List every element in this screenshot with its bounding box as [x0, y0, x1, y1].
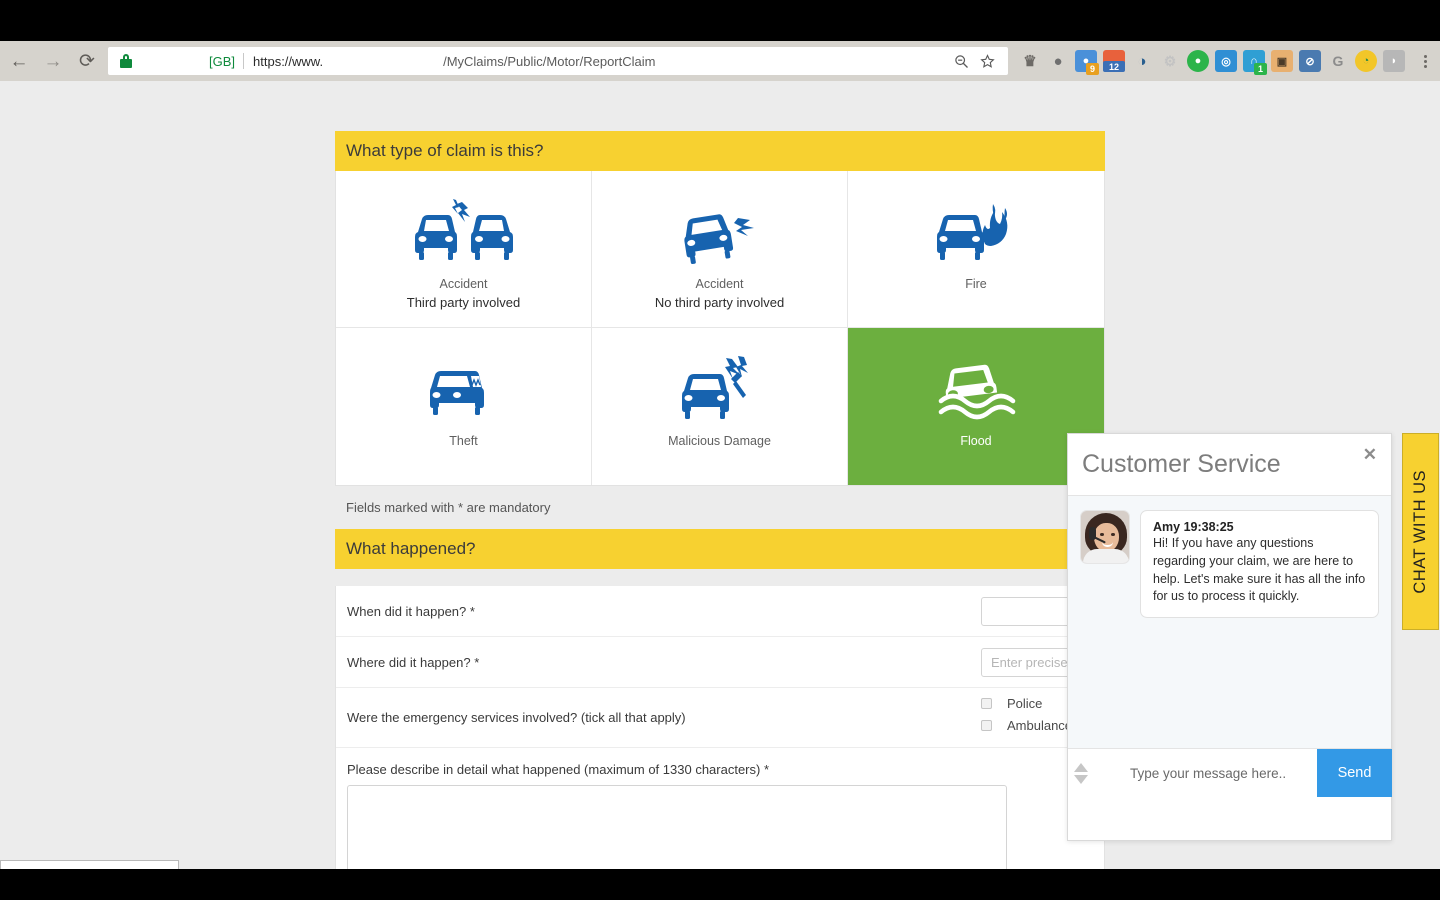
claim-tile-accident-no-third-party[interactable]: Accident No third party involved: [592, 171, 848, 328]
car-flood-water-icon: [931, 352, 1021, 430]
back-arrow-icon[interactable]: ←: [4, 46, 34, 76]
messages-extension-icon[interactable]: ● 9: [1075, 50, 1099, 75]
chat-header: Customer Service ✕: [1068, 434, 1391, 496]
forward-arrow-icon[interactable]: →: [38, 46, 68, 76]
two-cars-collision-icon: [410, 195, 518, 273]
claim-type-heading: What type of claim is this?: [335, 131, 1105, 171]
address-bar[interactable]: [GB] https://www. /MyClaims/Public/Motor…: [108, 47, 1008, 75]
claim-tile-theft[interactable]: Theft: [336, 328, 592, 485]
where-did-it-happen-label: Where did it happen? *: [347, 654, 480, 670]
ambulance-checkbox-label: Ambulance: [1007, 718, 1073, 733]
chat-message: Amy 19:38:25 Hi! If you have any questio…: [1080, 510, 1379, 618]
chat-title: Customer Service: [1082, 450, 1281, 478]
chat-footer: [1068, 797, 1391, 840]
single-car-impact-icon: [676, 195, 764, 273]
example-use-case-annotation: Example use case: [0, 860, 180, 869]
chat-with-us-label: CHAT WITH US: [1411, 469, 1429, 594]
what-happened-heading: What happened?: [335, 529, 1105, 569]
when-did-it-happen-label: When did it happen? *: [347, 603, 475, 619]
tile-label-primary: Malicious Damage: [668, 434, 771, 448]
compass-extension-icon[interactable]: ◎: [1215, 50, 1237, 72]
calendar-extension-icon[interactable]: 12: [1103, 50, 1125, 72]
close-icon[interactable]: ✕: [1363, 446, 1377, 463]
tweetdeck-extension-icon[interactable]: ◑: [1131, 50, 1153, 72]
tile-label-primary: Theft: [449, 434, 478, 448]
tile-label-secondary: Third party involved: [406, 295, 521, 310]
tile-label-primary: Accident: [439, 277, 488, 291]
shield-extension-icon[interactable]: ◗: [1383, 50, 1405, 72]
police-checkbox[interactable]: [981, 698, 992, 709]
evernote-extension-icon[interactable]: ●: [1047, 50, 1069, 72]
claim-form-column: What type of claim is this? Accident Thi…: [335, 131, 1277, 869]
chat-message-sender: Amy 19:38:25: [1153, 520, 1234, 534]
scroll-down-arrow-icon[interactable]: [1074, 774, 1088, 784]
claim-type-tile-grid: Accident Third party involved Accident N…: [335, 171, 1105, 486]
page-content: What type of claim is this? Accident Thi…: [0, 81, 1440, 869]
car-fire-icon: [931, 195, 1021, 273]
scroll-up-arrow-icon[interactable]: [1074, 762, 1088, 772]
colorpick-extension-icon[interactable]: ◔: [1355, 50, 1377, 72]
three-dots-menu-icon[interactable]: [1412, 47, 1438, 75]
police-checkbox-label: Police: [1007, 696, 1043, 711]
extensions-toolbar: ♛ ● ● 9 12 ◑ ⚙ ● ◎ ∩ 1 ▣ ⊘ G ◔ ◗: [1012, 50, 1412, 75]
chat-message-text: Hi! If you have any questions regarding …: [1153, 536, 1366, 604]
country-code-label: [GB]: [209, 53, 236, 69]
claim-tile-fire[interactable]: Fire: [848, 171, 1104, 328]
when-did-it-happen-row: When did it happen? *: [336, 586, 1277, 637]
chat-message-bubble: Amy 19:38:25 Hi! If you have any questio…: [1140, 510, 1379, 618]
star-icon[interactable]: [974, 48, 1000, 74]
green-circle-extension-icon[interactable]: ●: [1187, 50, 1209, 72]
mandatory-fields-note: Fields marked with * are mandatory: [346, 500, 551, 515]
chat-with-us-tab[interactable]: CHAT WITH US: [1402, 433, 1439, 630]
letterbox-bottom: [0, 869, 1440, 900]
robot-extension-icon[interactable]: ▣: [1271, 50, 1293, 72]
emergency-services-label: Were the emergency services involved? (t…: [347, 710, 686, 725]
browser-toolbar: ← → ⟳ [GB] https://www. /MyClaims/Public…: [0, 41, 1440, 81]
car-theft-broken-window-icon: [423, 352, 505, 430]
ambulance-checkbox[interactable]: [981, 720, 992, 731]
description-block: Please describe in detail what happened …: [336, 748, 1104, 869]
tile-label-secondary: No third party involved: [654, 295, 785, 310]
emergency-services-checkbox-group: Police Ambulance: [981, 696, 1072, 740]
address-bar-separator: [243, 53, 245, 69]
crown-extension-icon[interactable]: ♛: [1019, 50, 1041, 72]
settings-extension-icon[interactable]: ⚙: [1159, 50, 1181, 72]
padlock-icon: [120, 54, 132, 68]
chat-input-bar: Send: [1068, 748, 1392, 797]
zoom-out-icon[interactable]: [948, 48, 974, 74]
description-textarea[interactable]: [347, 785, 1007, 869]
what-happened-form: When did it happen? * Where did it happe…: [335, 586, 1277, 869]
tile-label-primary: Fire: [965, 277, 987, 291]
agent-avatar: [1080, 510, 1130, 564]
url-path-text: /MyClaims/Public/Motor/ReportClaim: [443, 53, 656, 69]
description-label: Please describe in detail what happened …: [347, 762, 770, 777]
customer-service-chat-panel: Customer Service ✕ Amy 19:38:25 Hi! If y…: [1067, 433, 1392, 841]
checkbox-item-ambulance[interactable]: Ambulance: [981, 718, 1072, 733]
where-did-it-happen-row: Where did it happen? *: [336, 637, 1251, 688]
send-button[interactable]: Send: [1317, 749, 1392, 797]
browser-window: ← → ⟳ [GB] https://www. /MyClaims/Public…: [0, 41, 1440, 869]
claim-tile-flood[interactable]: Flood: [848, 328, 1104, 485]
reload-icon[interactable]: ⟳: [72, 46, 102, 76]
checkbox-item-police[interactable]: Police: [981, 696, 1072, 711]
letterbox-top: [0, 0, 1440, 41]
emergency-services-row: Were the emergency services involved? (t…: [336, 688, 1104, 748]
claim-tile-accident-third-party[interactable]: Accident Third party involved: [336, 171, 592, 328]
url-prefix-text: https://www.: [253, 53, 324, 69]
chat-message-input[interactable]: [1094, 749, 1317, 797]
screen-extension-icon[interactable]: ⊘: [1299, 50, 1321, 72]
tile-label-primary: Flood: [960, 434, 992, 448]
chat-message-list: Amy 19:38:25 Hi! If you have any questio…: [1068, 496, 1391, 748]
tile-label-primary: Accident: [695, 277, 744, 291]
chat-scroll-arrows: [1068, 749, 1094, 797]
claim-tile-malicious-damage[interactable]: Malicious Damage: [592, 328, 848, 485]
magnet-extension-icon[interactable]: ∩ 1: [1243, 50, 1267, 75]
car-malicious-damage-hammer-icon: [676, 352, 764, 430]
url-redacted-region: [323, 52, 443, 70]
google-extension-icon[interactable]: G: [1327, 50, 1349, 72]
